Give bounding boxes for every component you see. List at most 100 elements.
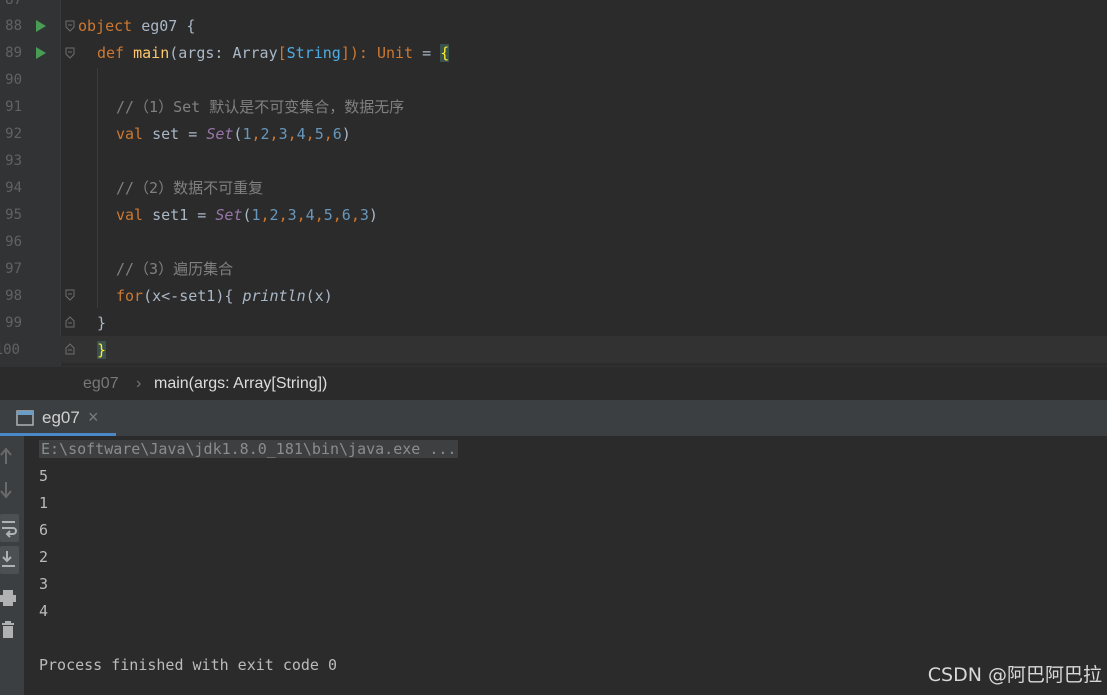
scroll-to-end-button[interactable] bbox=[0, 546, 19, 574]
bracket: ]): bbox=[340, 44, 377, 62]
fold-end-icon[interactable] bbox=[64, 343, 76, 355]
fold-end-icon[interactable] bbox=[64, 316, 76, 328]
gutter-divider bbox=[60, 0, 61, 366]
line-number: 88 bbox=[5, 18, 22, 34]
breadcrumb-method[interactable]: main(args: Array[String]) bbox=[154, 375, 327, 393]
code-text: = bbox=[413, 44, 441, 62]
run-icon[interactable] bbox=[36, 47, 46, 59]
number: 5 bbox=[314, 125, 324, 143]
console-output-line: 4 bbox=[39, 602, 49, 620]
indent-guide bbox=[97, 68, 98, 308]
number: 2 bbox=[260, 125, 270, 143]
type-name: Unit bbox=[376, 44, 414, 62]
code-text: (x) bbox=[305, 287, 333, 305]
keyword: val bbox=[116, 125, 144, 143]
keyword: for bbox=[116, 287, 144, 305]
number: 1 bbox=[251, 206, 261, 224]
line-number: 95 bbox=[5, 207, 22, 223]
trash-icon[interactable] bbox=[0, 618, 20, 642]
soft-wrap-icon bbox=[2, 521, 17, 538]
console-output-line: 3 bbox=[39, 575, 49, 593]
comma: , bbox=[350, 206, 360, 224]
function-call: Set bbox=[206, 125, 234, 143]
console-output-line: 2 bbox=[39, 548, 49, 566]
code-comment: //（3）遍历集合 bbox=[116, 260, 234, 278]
bracket: [ bbox=[277, 44, 287, 62]
line-number: 98 bbox=[5, 288, 22, 304]
fold-icon[interactable] bbox=[64, 20, 76, 32]
code-comment: //（2）数据不可重复 bbox=[116, 179, 264, 197]
console-output[interactable]: E:\software\Java\jdk1.8.0_181\bin\java.e… bbox=[24, 436, 1107, 695]
comma: , bbox=[278, 206, 288, 224]
breadcrumb-object[interactable]: eg07 bbox=[83, 375, 119, 393]
code-line-89: def main(args: Array[String]): Unit = { bbox=[97, 40, 450, 67]
line-number: 94 bbox=[5, 180, 22, 196]
fold-icon[interactable] bbox=[64, 289, 76, 301]
paren: ) bbox=[368, 206, 378, 224]
code-line-92: val set = Set(1,2,3,4,5,6) bbox=[116, 121, 351, 148]
number: 6 bbox=[341, 206, 351, 224]
keyword: object bbox=[78, 17, 133, 35]
arrow-down-icon[interactable] bbox=[0, 478, 20, 502]
comma: , bbox=[305, 125, 315, 143]
keyword: def bbox=[97, 44, 125, 62]
comma: , bbox=[314, 206, 324, 224]
number: 3 bbox=[278, 125, 288, 143]
console-output-line: 1 bbox=[39, 494, 49, 512]
object-name: eg07 { bbox=[132, 17, 196, 35]
breadcrumb: eg07 › main(args: Array[String]) bbox=[0, 366, 1107, 401]
code-text: (x<-set1){ bbox=[143, 287, 243, 305]
line-number: 100 bbox=[0, 342, 20, 358]
close-icon[interactable]: × bbox=[88, 407, 99, 428]
type-name: Array bbox=[232, 44, 278, 62]
run-icon[interactable] bbox=[36, 20, 46, 32]
run-tool-window-header: eg07 × bbox=[0, 400, 1107, 436]
closing-brace: } bbox=[97, 337, 107, 364]
console-icon bbox=[16, 410, 34, 426]
tab-run-eg07[interactable]: eg07 × bbox=[0, 400, 116, 436]
paren: ) bbox=[341, 125, 351, 143]
function-call: println bbox=[242, 287, 306, 305]
number: 3 bbox=[359, 206, 369, 224]
scroll-to-end-icon bbox=[2, 551, 15, 567]
comma: , bbox=[323, 125, 333, 143]
code-line-98: for(x<-set1){ println(x) bbox=[116, 283, 333, 310]
line-number: 93 bbox=[5, 153, 22, 169]
line-number: 89 bbox=[5, 45, 22, 61]
console-output-line: 6 bbox=[39, 521, 49, 539]
soft-wrap-button[interactable] bbox=[0, 514, 19, 542]
print-icon[interactable] bbox=[0, 586, 20, 610]
comma: , bbox=[269, 125, 279, 143]
code-line-95: val set1 = Set(1,2,3,4,5,6,3) bbox=[116, 202, 378, 229]
function-call: Set bbox=[215, 206, 243, 224]
comma: , bbox=[296, 206, 306, 224]
function-name: main bbox=[133, 44, 170, 62]
process-finished-text: Process finished with exit code 0 bbox=[39, 656, 338, 674]
comma: , bbox=[260, 206, 270, 224]
code-editor[interactable]: 87 88 89 90 91 92 93 94 95 96 97 98 99 1… bbox=[0, 0, 1107, 366]
code-line-88: object eg07 { bbox=[78, 13, 195, 40]
watermark: CSDN @阿巴阿巴拉 bbox=[927, 664, 1102, 686]
number: 3 bbox=[287, 206, 297, 224]
line-number: 97 bbox=[5, 261, 22, 277]
number: 4 bbox=[305, 206, 315, 224]
comma: , bbox=[287, 125, 297, 143]
tab-label: eg07 bbox=[42, 408, 80, 427]
code-text: set = bbox=[143, 125, 207, 143]
number: 4 bbox=[296, 125, 306, 143]
command-text: E:\software\Java\jdk1.8.0_181\bin\java.e… bbox=[39, 440, 459, 458]
run-toolbar bbox=[0, 436, 24, 695]
line-number: 96 bbox=[5, 234, 22, 250]
comma: , bbox=[251, 125, 261, 143]
keyword: val bbox=[116, 206, 144, 224]
console-command-line: E:\software\Java\jdk1.8.0_181\bin\java.e… bbox=[39, 436, 459, 463]
line-number: 99 bbox=[5, 315, 22, 331]
arrow-up-icon[interactable] bbox=[0, 444, 20, 468]
code-text: (args: bbox=[169, 44, 233, 62]
console-output-line: 5 bbox=[39, 467, 49, 485]
fold-icon[interactable] bbox=[64, 47, 76, 59]
current-line-highlight bbox=[60, 336, 1107, 363]
line-number: 87 bbox=[5, 0, 22, 8]
type-param: String bbox=[286, 44, 341, 62]
code-comment: //（1）Set 默认是不可变集合，数据无序 bbox=[116, 98, 405, 116]
